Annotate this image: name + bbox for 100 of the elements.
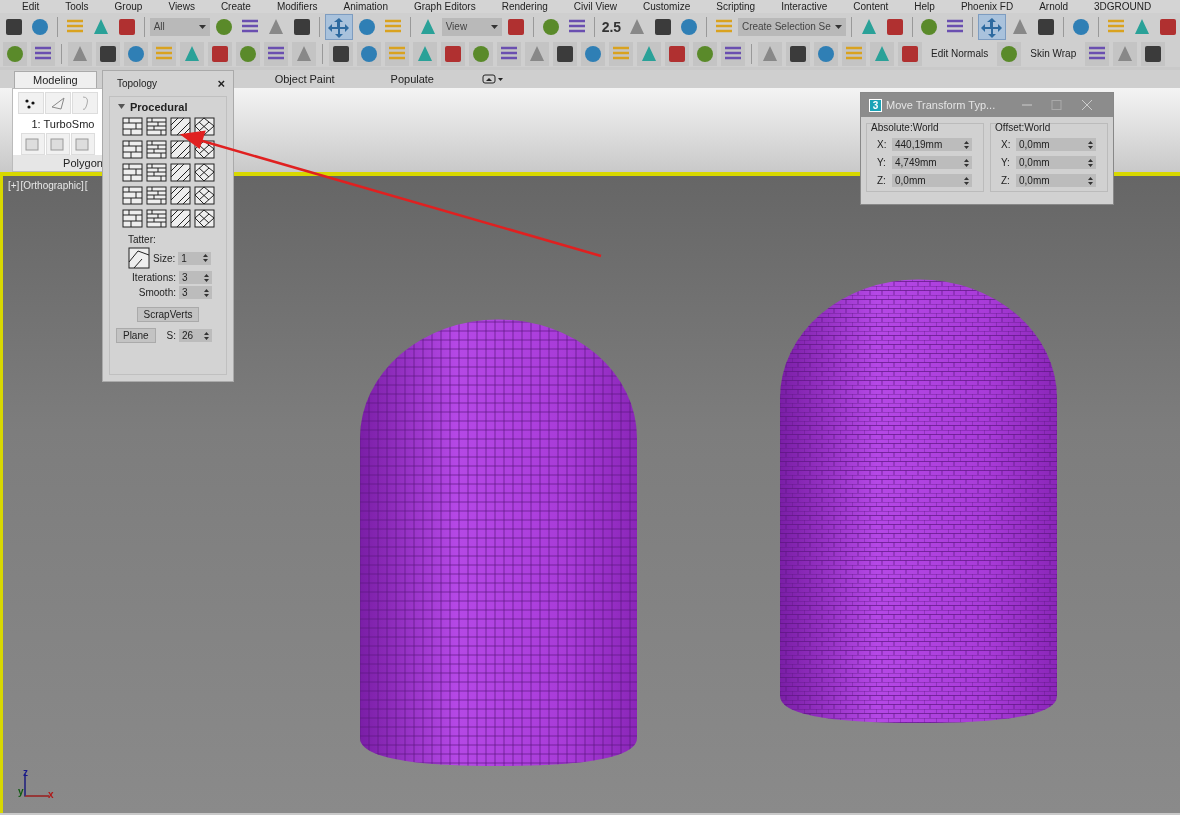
toolbar-icon[interactable] (496, 40, 522, 67)
toolbar-icon[interactable] (720, 40, 746, 67)
axis-label: Z: (877, 175, 887, 186)
pattern-icon[interactable] (145, 209, 167, 228)
ribbon-tab[interactable]: Modeling (14, 70, 97, 88)
menu-item[interactable]: Help (914, 0, 935, 13)
section-title[interactable]: Procedural (130, 101, 188, 113)
close-button[interactable]: × (217, 76, 225, 91)
caret-icon (834, 24, 842, 29)
menu-item[interactable]: Rendering (501, 0, 548, 13)
pattern-icon[interactable] (121, 163, 143, 182)
pattern-icon[interactable] (121, 140, 143, 159)
menu-item[interactable]: Edit (22, 0, 40, 13)
dropdown[interactable]: All (149, 17, 210, 36)
spinner-field[interactable]: 0,0mm (1016, 138, 1096, 151)
pattern-icon[interactable] (169, 140, 191, 159)
toolbar-button[interactable]: Edit Normals (925, 48, 995, 59)
pattern-icon[interactable] (169, 117, 191, 136)
spinner-arrows-icon[interactable] (964, 176, 969, 185)
collapse-icon[interactable] (118, 104, 126, 110)
menu-item[interactable]: Customize (643, 0, 691, 13)
spinner-field[interactable]: 26 (179, 329, 212, 342)
toolbar-icon[interactable] (664, 40, 690, 67)
menu-item[interactable]: Civil View (573, 0, 617, 13)
viewport-label[interactable]: [+] (8, 180, 20, 191)
menu-item[interactable]: Arnold (1039, 0, 1069, 13)
menu-item[interactable]: Interactive (781, 0, 828, 13)
viewport-label[interactable]: [ (84, 180, 88, 191)
menu-item[interactable]: Modifiers (276, 0, 318, 13)
pattern-icon[interactable] (169, 209, 191, 228)
menu-item[interactable]: Animation (343, 0, 388, 13)
move-icon[interactable] (978, 13, 1007, 40)
spinner-arrows-icon[interactable] (1088, 158, 1093, 167)
spinner-field[interactable]: 3 (179, 271, 212, 284)
spinner-arrows-icon[interactable] (203, 254, 209, 262)
toolbar-icon[interactable] (328, 40, 354, 67)
menu-item[interactable]: Create (220, 0, 251, 13)
move-icon[interactable] (324, 13, 353, 40)
pattern-icon[interactable] (193, 163, 215, 182)
spinner-arrows-icon[interactable] (204, 273, 209, 282)
snap-toggle-button[interactable]: 2.5 (599, 18, 624, 35)
spinner-field[interactable]: 3 (179, 286, 212, 299)
spinner-arrows-icon[interactable] (1088, 176, 1093, 185)
pattern-icon[interactable] (193, 209, 215, 228)
vertex-icon[interactable] (18, 92, 44, 114)
panel-label: Polygon (13, 155, 103, 171)
menu-item[interactable]: Scripting (716, 0, 756, 13)
toolbar-icon[interactable] (30, 40, 56, 67)
axis-label: z (23, 768, 28, 778)
menu-item[interactable]: Graph Editors (413, 0, 476, 13)
toolbar-icon[interactable] (440, 40, 466, 67)
spinner-arrows-icon[interactable] (204, 331, 209, 340)
toolbar-icon[interactable] (95, 40, 121, 67)
dropdown[interactable]: View (441, 17, 502, 36)
toolbar-button[interactable]: Skin Wrap (1024, 48, 1083, 59)
spinner-field[interactable]: 1 (178, 251, 212, 265)
pattern-icon[interactable] (121, 117, 143, 136)
pattern-icon[interactable] (145, 140, 167, 159)
menu-item[interactable]: Phoenix FD (960, 0, 1014, 13)
menu-item[interactable]: 3DGROUND (1094, 0, 1152, 13)
spinner-field[interactable]: 4,749mm (892, 156, 972, 169)
edge-icon[interactable] (45, 92, 71, 114)
plane-button[interactable]: Plane (115, 328, 156, 343)
toolbar-icon[interactable] (1140, 40, 1167, 67)
axis-label: X: (877, 139, 888, 150)
ribbon-tab[interactable]: Object Paint (256, 71, 353, 87)
pattern-icon[interactable] (145, 186, 167, 205)
toolbar-icon[interactable] (207, 40, 233, 67)
spinner-field[interactable]: 0,0mm (1016, 174, 1096, 187)
pattern-icon[interactable] (169, 163, 191, 182)
toolbar-icon[interactable] (897, 40, 923, 67)
menu-item[interactable]: Group (114, 0, 143, 13)
menu-item[interactable]: Views (168, 0, 195, 13)
menu-item[interactable]: Tools (65, 0, 89, 13)
spinner-arrows-icon[interactable] (964, 158, 969, 167)
toolbar-icon[interactable] (1084, 40, 1111, 67)
spinner-field[interactable]: 0,0mm (892, 174, 972, 187)
pattern-icon[interactable] (169, 186, 191, 205)
ribbon-tab[interactable]: Populate (372, 71, 452, 87)
spinner-arrows-icon[interactable] (1088, 140, 1093, 149)
toolbar-icon[interactable] (552, 40, 578, 67)
menu-item[interactable]: Content (853, 0, 889, 13)
pattern-icon[interactable] (145, 117, 167, 136)
pattern-icon[interactable] (121, 209, 143, 228)
spinner-field[interactable]: 440,19mm (892, 138, 972, 151)
close-icon[interactable] (1081, 100, 1094, 110)
spinner-field[interactable]: 0,0mm (1016, 156, 1096, 169)
tatter-pattern-icon[interactable] (128, 247, 150, 269)
scrapverts-button[interactable]: ScrapVerts (136, 307, 200, 322)
spinner-arrows-icon[interactable] (964, 140, 969, 149)
pattern-icon[interactable] (145, 163, 167, 182)
dropdown[interactable]: Create Selection Se (737, 17, 846, 36)
pattern-icon[interactable] (121, 186, 143, 205)
axis-label: y (18, 787, 24, 797)
toolbar-icon[interactable] (263, 40, 289, 67)
pattern-icon[interactable] (193, 186, 215, 205)
viewport-label[interactable]: [Orthographic] (20, 180, 84, 191)
spinner-arrows-icon[interactable] (204, 288, 209, 297)
toolbar-icon[interactable] (785, 40, 811, 67)
ribbon-options-icon[interactable] (482, 73, 504, 85)
